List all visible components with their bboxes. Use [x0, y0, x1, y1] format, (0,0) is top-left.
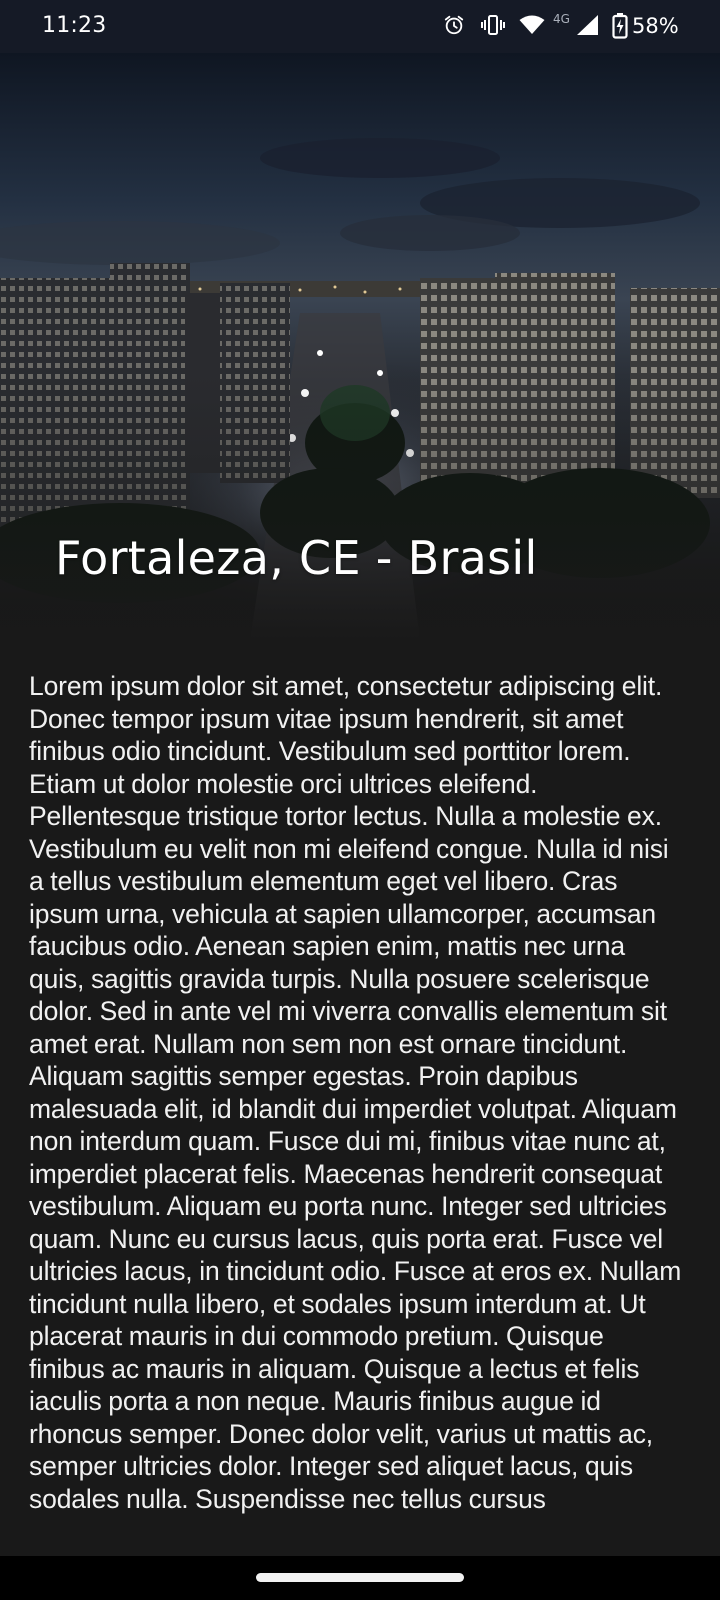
gesture-nav-bar	[0, 1556, 720, 1600]
home-gesture-handle[interactable]	[256, 1573, 464, 1582]
battery-percentage: 58%	[632, 14, 679, 38]
cell-signal-icon	[577, 15, 599, 39]
hero-image: Fortaleza, CE - Brasil	[0, 53, 720, 640]
alarm-icon	[443, 14, 465, 40]
body-text: Lorem ipsum dolor sit amet, consectetur …	[29, 671, 682, 1514]
network-type-label: 4G	[553, 12, 570, 26]
screen: 11:23 4G 58% Fortaleza, CE - Brasil Lore…	[0, 0, 720, 1600]
status-time: 11:23	[42, 13, 107, 38]
wifi-icon	[519, 15, 545, 39]
vibrate-icon	[481, 14, 505, 40]
page-title: Fortaleza, CE - Brasil	[55, 531, 538, 585]
battery-charging-icon	[612, 13, 628, 43]
status-bar: 11:23 4G 58%	[0, 0, 720, 53]
